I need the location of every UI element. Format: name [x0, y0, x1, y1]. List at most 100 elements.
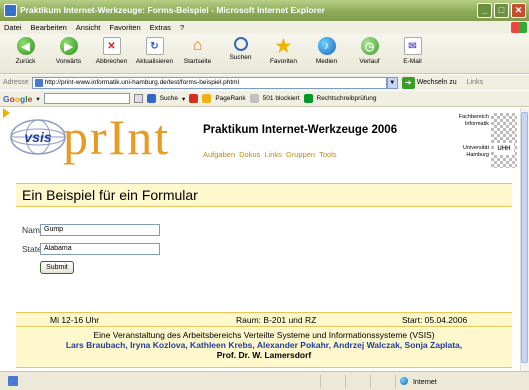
page-status-icon: [8, 376, 18, 386]
university-line2: Hamburg: [466, 152, 489, 158]
page-header: vsis prInt Praktikum Internet-Werkzeuge …: [3, 108, 517, 172]
links-button[interactable]: Links: [467, 79, 483, 86]
name-label: Name:: [22, 224, 48, 235]
back-arrow-icon: ◀: [16, 37, 35, 55]
history-icon: ◷: [360, 37, 379, 55]
scrollbar-thumb[interactable]: [521, 112, 528, 363]
menu-datei[interactable]: Datei: [4, 23, 22, 32]
window-titlebar[interactable]: Praktikum Internet-Werkzeuge: Forms-Beis…: [0, 0, 529, 21]
google-pagerank-label[interactable]: PageRank: [215, 95, 245, 102]
forward-button[interactable]: ▶ Vorwärts: [47, 34, 90, 72]
mail-button[interactable]: ✉ E-Mail: [391, 34, 434, 72]
favorites-star-icon: ★: [275, 35, 292, 56]
address-url: http://print-www.informatik.uni-hamburg.…: [44, 78, 240, 86]
example-form: Name: State: Submit: [22, 222, 160, 274]
course-start: Start: 05.04.2006: [402, 315, 468, 325]
history-button[interactable]: ◷ Verlauf: [348, 34, 391, 72]
status-divider: [395, 375, 396, 388]
address-input[interactable]: http://print-www.informatik.uni-hamburg.…: [31, 76, 387, 89]
stop-icon: ✕: [102, 37, 121, 55]
minimize-button[interactable]: _: [477, 3, 492, 18]
home-button[interactable]: ⌂ Startseite: [176, 34, 219, 72]
google-site-search-icon[interactable]: ▾: [182, 95, 185, 103]
google-dropdown-button[interactable]: [133, 94, 143, 103]
refresh-icon: ↻: [145, 37, 164, 55]
uhh-logo[interactable]: UHH: [491, 113, 517, 168]
google-search-icon: [146, 94, 156, 103]
course-info-row: Mi 12-16 Uhr Raum: B-201 und RZ Start: 0…: [16, 312, 512, 327]
state-input[interactable]: [40, 242, 160, 255]
name-row: Name:: [22, 222, 160, 237]
address-dropdown-button[interactable]: ▼: [386, 76, 398, 89]
name-input[interactable]: [40, 223, 160, 236]
footer-professor: Prof. Dr. W. Lamersdorf: [216, 350, 312, 360]
status-divider: [370, 375, 371, 388]
favorites-label: Favoriten: [269, 58, 298, 65]
course-room: Raum: B-201 und RZ: [236, 315, 317, 325]
status-bar: Internet: [0, 371, 529, 390]
refresh-button[interactable]: ↻ Aktualisieren: [133, 34, 176, 72]
stop-button[interactable]: ✕ Abbrechen: [90, 34, 133, 72]
media-icon: ♪: [317, 37, 336, 55]
university-line1: Universität: [463, 145, 489, 151]
vsis-logo-text: vsis: [24, 129, 51, 145]
standard-toolbar: ◀ Zurück ▶ Vorwärts ✕ Abbrechen ↻ Aktual…: [0, 34, 529, 74]
window-title: Praktikum Internet-Werkzeuge: Forms-Beis…: [20, 5, 325, 15]
submit-button[interactable]: Submit: [40, 261, 74, 274]
menu-ansicht[interactable]: Ansicht: [76, 23, 101, 32]
go-arrow-icon[interactable]: ➜: [401, 76, 415, 89]
ie-app-icon: [4, 4, 17, 17]
security-zone[interactable]: Internet: [400, 377, 437, 386]
nav-dokus[interactable]: Dokus: [239, 150, 260, 159]
print-logo[interactable]: prInt: [63, 110, 170, 164]
popup-blocked-count[interactable]: 501 blockiert: [263, 95, 300, 102]
status-divider: [345, 375, 346, 388]
refresh-label: Aktualisieren: [135, 58, 174, 65]
status-divider: [320, 375, 321, 388]
menu-bar: Datei Bearbeiten Ansicht Favoriten Extra…: [0, 21, 529, 34]
maximize-button[interactable]: □: [494, 3, 509, 18]
popup-blocker-icon: [249, 94, 259, 103]
page-content: vsis prInt Praktikum Internet-Werkzeuge …: [0, 108, 520, 371]
nav-tools[interactable]: Tools: [319, 150, 337, 159]
media-button[interactable]: ♪ Medien: [305, 34, 348, 72]
home-label: Startseite: [183, 58, 212, 65]
google-dropdown-icon[interactable]: ▾: [36, 95, 39, 103]
faculty-line1: Fachbereich: [458, 114, 489, 120]
faculty-label[interactable]: Fachbereich Informatik: [455, 114, 489, 128]
search-button[interactable]: Suchen: [219, 34, 262, 72]
spellcheck-button[interactable]: Rechtschreibprüfung: [317, 95, 377, 102]
vsis-logo[interactable]: vsis: [9, 118, 67, 156]
back-button[interactable]: ◀ Zurück: [4, 34, 47, 72]
menu-help[interactable]: ?: [180, 23, 184, 32]
back-label: Zurück: [15, 58, 36, 65]
nav-gruppen[interactable]: Gruppen: [286, 150, 315, 159]
address-bar: Adresse http://print-www.informatik.uni-…: [0, 75, 529, 90]
favorites-button[interactable]: ★ Favoriten: [262, 34, 305, 72]
stop-label: Abbrechen: [95, 58, 128, 65]
google-info-icon[interactable]: [202, 94, 212, 103]
go-button[interactable]: Wechseln zu: [417, 79, 457, 86]
nav-aufgaben[interactable]: Aufgaben: [203, 150, 235, 159]
windows-logo-icon: [511, 22, 527, 33]
google-logo[interactable]: Google: [3, 94, 32, 104]
footer-organizer: Eine Veranstaltung des Arbeitsbereichs V…: [93, 330, 435, 340]
university-label[interactable]: Universität Hamburg: [455, 145, 489, 159]
nav-links[interactable]: Links: [264, 150, 282, 159]
page-footer: Eine Veranstaltung des Arbeitsbereichs V…: [16, 328, 512, 368]
menu-favoriten[interactable]: Favoriten: [109, 23, 140, 32]
uhh-logo-text: UHH: [494, 143, 514, 155]
google-search-input[interactable]: [43, 93, 130, 104]
google-search-button[interactable]: Suche: [160, 95, 178, 102]
page-headline: Ein Beispiel für ein Formular: [16, 183, 512, 207]
address-label: Adresse: [3, 79, 29, 86]
course-title: Praktikum Internet-Werkzeuge 2006: [203, 124, 398, 136]
close-button[interactable]: ✕: [511, 3, 526, 18]
state-row: State:: [22, 241, 160, 256]
mail-icon: ✉: [403, 37, 422, 55]
spellcheck-icon: [303, 94, 313, 103]
menu-extras[interactable]: Extras: [150, 23, 171, 32]
menu-bearbeiten[interactable]: Bearbeiten: [31, 23, 67, 32]
google-news-icon[interactable]: [189, 94, 199, 103]
internet-globe-icon: [400, 377, 408, 385]
